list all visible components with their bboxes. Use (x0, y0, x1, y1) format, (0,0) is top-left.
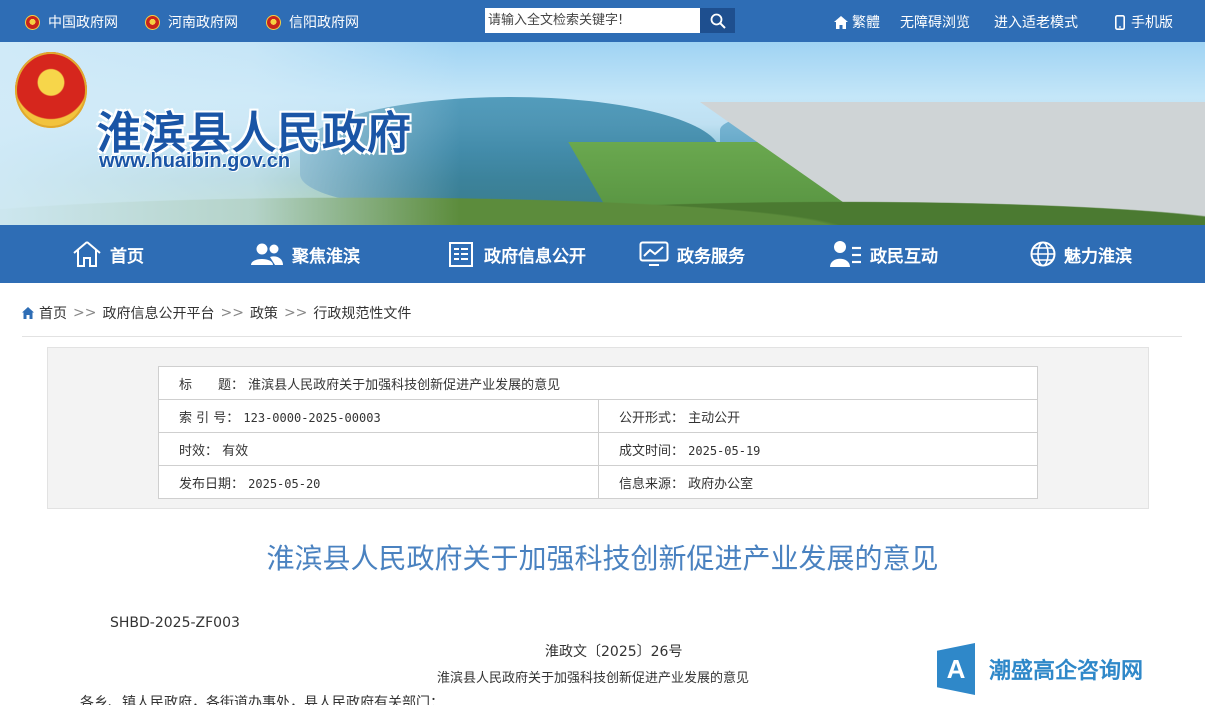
info-value-title: 淮滨县人民政府关于加强科技创新促进产业发展的意见 (248, 377, 561, 393)
breadcrumb-home[interactable]: 首页 (39, 303, 67, 323)
mobile-icon (1115, 14, 1125, 30)
info-cell-created: 成文时间： 2025-05-19 (598, 432, 1038, 466)
breadcrumb-separator: >> (220, 305, 244, 321)
info-key: 索 引 号： (179, 410, 240, 426)
nav-label: 魅力淮滨 (1064, 246, 1132, 267)
search-input[interactable] (485, 8, 700, 33)
home-icon (834, 15, 848, 29)
link-label: 进入适老模式 (994, 15, 1078, 31)
nav-charm[interactable]: 魅力淮滨 (1030, 225, 1132, 283)
table-row: 标 题： 淮滨县人民政府关于加强科技创新促进产业发展的意见 (158, 366, 1038, 400)
users-icon (251, 243, 283, 265)
info-key: 公开形式： (619, 410, 685, 426)
info-key: 信息来源： (619, 476, 685, 492)
nav-services[interactable]: 政务服务 (639, 225, 745, 283)
link-china-gov[interactable]: 中国政府网 (25, 12, 118, 32)
document-icon (449, 242, 473, 267)
info-value-source: 政府办公室 (688, 476, 754, 492)
nav-label: 政府信息公开 (484, 246, 586, 267)
nav-label: 首页 (110, 246, 144, 267)
document-info-table: 标 题： 淮滨县人民政府关于加强科技创新促进产业发展的意见 索 引 号： 123… (158, 366, 1038, 499)
info-cell-source: 信息来源： 政府办公室 (598, 465, 1038, 499)
table-row: 索 引 号： 123-0000-2025-00003 公开形式： 主动公开 (158, 399, 1038, 433)
search-button[interactable] (700, 8, 735, 33)
info-cell-index: 索 引 号： 123-0000-2025-00003 (158, 399, 599, 433)
breadcrumb-separator: >> (283, 305, 308, 321)
link-label: 手机版 (1131, 15, 1173, 31)
nav-label: 聚焦淮滨 (292, 246, 360, 267)
link-mobile[interactable]: 手机版 (1115, 12, 1173, 32)
user-list-icon (830, 241, 861, 267)
home-icon (73, 241, 101, 267)
nav-home[interactable]: 首页 (72, 225, 144, 283)
watermark: A 潮盛高企咨询网 (937, 643, 1143, 695)
document-title: 淮滨县人民政府关于加强科技创新促进产业发展的意见 (266, 542, 939, 575)
breadcrumb-separator: >> (73, 305, 97, 321)
document-body: 各乡、镇人民政府，各街道办事处，县人民政府有关部门： (80, 695, 444, 705)
watermark-logo-icon: A (937, 643, 975, 695)
info-value-published: 2025-05-20 (248, 476, 321, 491)
globe-icon (1030, 241, 1056, 267)
info-cell-public: 公开形式： 主动公开 (598, 399, 1038, 433)
breadcrumb-normative-docs[interactable]: 行政规范性文件 (313, 303, 411, 323)
link-accessibility[interactable]: 无障碍浏览 (900, 12, 970, 32)
breadcrumb-policy[interactable]: 政策 (250, 303, 278, 323)
link-label: 中国政府网 (48, 15, 118, 31)
main-nav: 首页 聚焦淮滨 政府信息公开 政务服务 政民互动 魅力淮滨 (0, 225, 1205, 283)
table-row: 发布日期： 2025-05-20 信息来源： 政府办公室 (158, 465, 1038, 499)
breadcrumb: 首页 >> 政府信息公开平台 >> 政策 >> 行政规范性文件 (22, 303, 411, 323)
document-code: SHBD-2025-ZF003 (110, 615, 240, 631)
top-bar: 中国政府网 河南政府网 信阳政府网 繁體 无障碍浏览 进入适老模式 手机版 (0, 0, 1205, 42)
info-value-created: 2025-05-19 (688, 443, 761, 458)
nav-label: 政务服务 (677, 246, 745, 267)
nav-focus[interactable]: 聚焦淮滨 (250, 225, 360, 283)
breadcrumb-gov-info-platform[interactable]: 政府信息公开平台 (102, 303, 214, 323)
document-subtitle: 淮滨县人民政府关于加强科技创新促进产业发展的意见 (437, 671, 750, 686)
link-label: 河南政府网 (168, 15, 238, 31)
link-label: 无障碍浏览 (900, 15, 970, 31)
info-key: 标 题： (179, 377, 245, 393)
info-value-index: 123-0000-2025-00003 (243, 410, 381, 425)
national-emblem-logo (15, 52, 87, 128)
info-cell-title: 标 题： 淮滨县人民政府关于加强科技创新促进产业发展的意见 (158, 366, 1038, 400)
home-icon (22, 307, 34, 319)
nav-label: 政民互动 (870, 246, 938, 267)
divider (22, 336, 1182, 337)
link-label: 繁體 (852, 15, 880, 31)
info-value-valid: 有效 (222, 443, 249, 459)
link-traditional[interactable]: 繁體 (834, 12, 880, 32)
national-emblem-icon (145, 14, 160, 30)
link-henan-gov[interactable]: 河南政府网 (145, 12, 238, 32)
info-key: 时效： (179, 443, 219, 459)
watermark-text: 潮盛高企咨询网 (989, 658, 1144, 684)
national-emblem-icon (25, 14, 40, 30)
national-emblem-icon (266, 14, 281, 30)
table-row: 时效： 有效 成文时间： 2025-05-19 (158, 432, 1038, 466)
info-value-public: 主动公开 (688, 410, 741, 426)
link-xinyang-gov[interactable]: 信阳政府网 (266, 12, 359, 32)
monitor-chart-icon (639, 241, 669, 266)
info-key: 成文时间： (619, 443, 685, 459)
info-cell-valid: 时效： 有效 (158, 432, 599, 466)
nav-gov-info[interactable]: 政府信息公开 (448, 225, 586, 283)
link-label: 信阳政府网 (289, 15, 359, 31)
document-number: 淮政文〔2025〕26号 (545, 644, 683, 660)
site-url: www.huaibin.gov.cn (99, 150, 291, 172)
link-elderly-mode[interactable]: 进入适老模式 (994, 12, 1078, 32)
info-key: 发布日期： (179, 476, 245, 492)
info-cell-published: 发布日期： 2025-05-20 (158, 465, 599, 499)
nav-interaction[interactable]: 政民互动 (830, 225, 938, 283)
search-icon (710, 13, 726, 29)
